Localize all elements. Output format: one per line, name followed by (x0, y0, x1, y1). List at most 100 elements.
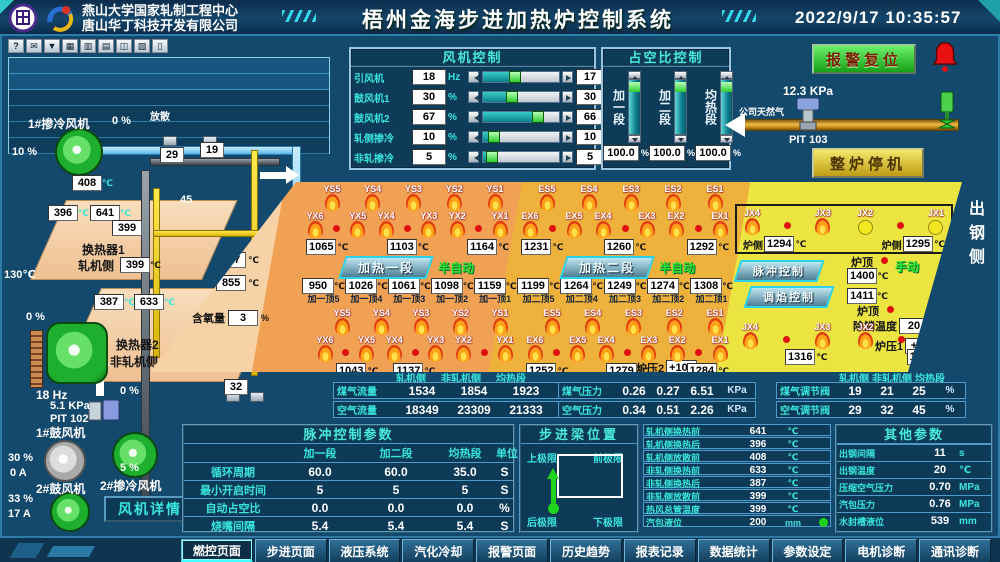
duty-slider[interactable] (674, 79, 687, 135)
burner[interactable]: EX6 (518, 211, 542, 238)
pulse-value-field[interactable]: 5 (358, 483, 434, 497)
furnace-shutdown-button[interactable]: 整炉停机 (812, 148, 924, 178)
pulse-value-field[interactable]: 60.0 (358, 465, 434, 479)
burner[interactable] (781, 322, 791, 343)
pulse-value-field[interactable]: 5.4 (434, 519, 496, 533)
burner[interactable]: EX2 (665, 335, 689, 362)
gas-valve-icon[interactable] (936, 90, 958, 137)
slider-left-arrow[interactable] (468, 91, 479, 103)
valve-icon[interactable] (250, 392, 264, 402)
burner[interactable]: EX1 (708, 211, 732, 238)
nav-tab[interactable]: 汽化冷却 (402, 539, 474, 562)
slider-right-arrow[interactable] (562, 151, 573, 163)
burner[interactable]: JX4 (738, 322, 762, 349)
fan-slider[interactable] (482, 71, 560, 83)
fan-slider[interactable] (482, 91, 560, 103)
burner[interactable]: YX4 (382, 335, 406, 362)
slider-left-arrow[interactable] (468, 151, 479, 163)
zone1-badge[interactable]: 加热一段 (338, 256, 433, 279)
nav-tab[interactable]: 报表记录 (624, 539, 696, 562)
slider-right-arrow[interactable] (562, 91, 573, 103)
nav-tab[interactable]: 历史趋势 (550, 539, 622, 562)
slider-left-arrow[interactable] (468, 111, 479, 123)
soak-mode[interactable]: 手动 (895, 258, 919, 275)
burner[interactable]: YS2 (449, 308, 473, 335)
alarm-bell-icon[interactable] (928, 40, 962, 79)
slider-down-arrow[interactable] (628, 135, 641, 143)
nav-tab[interactable]: 液压系统 (329, 539, 401, 562)
pulse-value-field[interactable]: 60.0 (282, 465, 358, 479)
duty-value-field[interactable]: 100.0 (695, 145, 731, 161)
cold-fan-1-icon[interactable] (55, 128, 103, 176)
burner[interactable] (694, 335, 704, 356)
burner[interactable]: ES3 (622, 308, 646, 335)
burner[interactable]: EX1 (708, 335, 732, 362)
burner[interactable]: JX4 (740, 208, 764, 235)
pulse-value-field[interactable]: 0.0 (358, 501, 434, 515)
blower-2-icon[interactable] (50, 492, 90, 532)
toolbar-icon[interactable]: ▤ (98, 39, 114, 53)
burner[interactable]: JX3 (811, 208, 835, 235)
toolbar-icon[interactable]: ▯ (152, 39, 168, 53)
burner[interactable] (331, 211, 341, 232)
burner[interactable]: YX1 (488, 211, 512, 238)
burner[interactable]: ES1 (703, 184, 727, 211)
toolbar-icon[interactable]: ▼ (44, 39, 60, 53)
burner[interactable]: YS4 (370, 308, 394, 335)
burner[interactable]: JX2 (854, 322, 878, 349)
burner[interactable]: YX2 (452, 335, 476, 362)
burner[interactable]: YX4 (374, 211, 398, 238)
zone2-badge[interactable]: 加热二段 (559, 256, 654, 279)
burner[interactable] (403, 211, 413, 232)
zone1-mode[interactable]: 半自动 (438, 259, 474, 276)
duty-value-field[interactable]: 100.0 (603, 145, 639, 161)
toolbar-icon[interactable]: ? (8, 39, 24, 53)
burner[interactable]: JX1 (926, 322, 950, 349)
burner[interactable]: YX5 (346, 211, 370, 238)
burner[interactable]: YX2 (445, 211, 469, 238)
toolbar-icon[interactable]: ▦ (62, 39, 78, 53)
fan-setpoint-field[interactable]: 30 (412, 89, 446, 105)
nav-tab[interactable]: 步进页面 (255, 539, 327, 562)
burner[interactable]: YS3 (402, 184, 426, 211)
pulse-control-button[interactable]: 脉冲控制 (733, 260, 824, 282)
burner[interactable]: YX3 (417, 211, 441, 238)
burner[interactable]: EX2 (664, 211, 688, 238)
pulse-value-field[interactable]: 5 (282, 483, 358, 497)
burner[interactable] (547, 211, 557, 232)
burner[interactable] (474, 211, 484, 232)
pulse-value-field[interactable]: 5.4 (358, 519, 434, 533)
burner[interactable]: JX2 (853, 208, 877, 235)
nav-tab[interactable]: 通讯诊断 (919, 539, 991, 562)
burner[interactable] (620, 211, 630, 232)
slider-down-arrow[interactable] (674, 135, 687, 143)
slider-left-arrow[interactable] (468, 71, 479, 83)
duty-value-field[interactable]: 100.0 (649, 145, 685, 161)
burner[interactable]: YX6 (303, 211, 327, 238)
burner[interactable]: YX3 (424, 335, 448, 362)
burner[interactable]: YX6 (313, 335, 337, 362)
burner[interactable]: YS1 (488, 308, 512, 335)
burner[interactable] (782, 208, 792, 229)
fan-setpoint-field[interactable]: 10 (412, 129, 446, 145)
burner[interactable] (551, 335, 561, 356)
fan-setpoint-field[interactable]: 67 (412, 109, 446, 125)
burner[interactable]: EX4 (594, 335, 618, 362)
burner[interactable]: EX3 (635, 211, 659, 238)
burner[interactable]: ES4 (577, 184, 601, 211)
fan-slider[interactable] (482, 151, 560, 163)
duty-slider[interactable] (628, 79, 641, 135)
burner[interactable]: ES3 (619, 184, 643, 211)
slider-thumb[interactable] (486, 151, 498, 163)
burner[interactable]: ES2 (661, 184, 685, 211)
burner[interactable]: EX5 (562, 211, 586, 238)
burner[interactable] (897, 322, 907, 343)
burner[interactable]: ES2 (662, 308, 686, 335)
nav-tab[interactable]: 报警页面 (476, 539, 548, 562)
burner[interactable]: EX4 (591, 211, 615, 238)
burner[interactable]: ES4 (581, 308, 605, 335)
pulse-value-field[interactable]: 35.0 (434, 465, 496, 479)
slider-up-arrow[interactable] (628, 71, 641, 79)
toolbar-icon[interactable]: ▧ (134, 39, 150, 53)
burner[interactable]: YS3 (409, 308, 433, 335)
